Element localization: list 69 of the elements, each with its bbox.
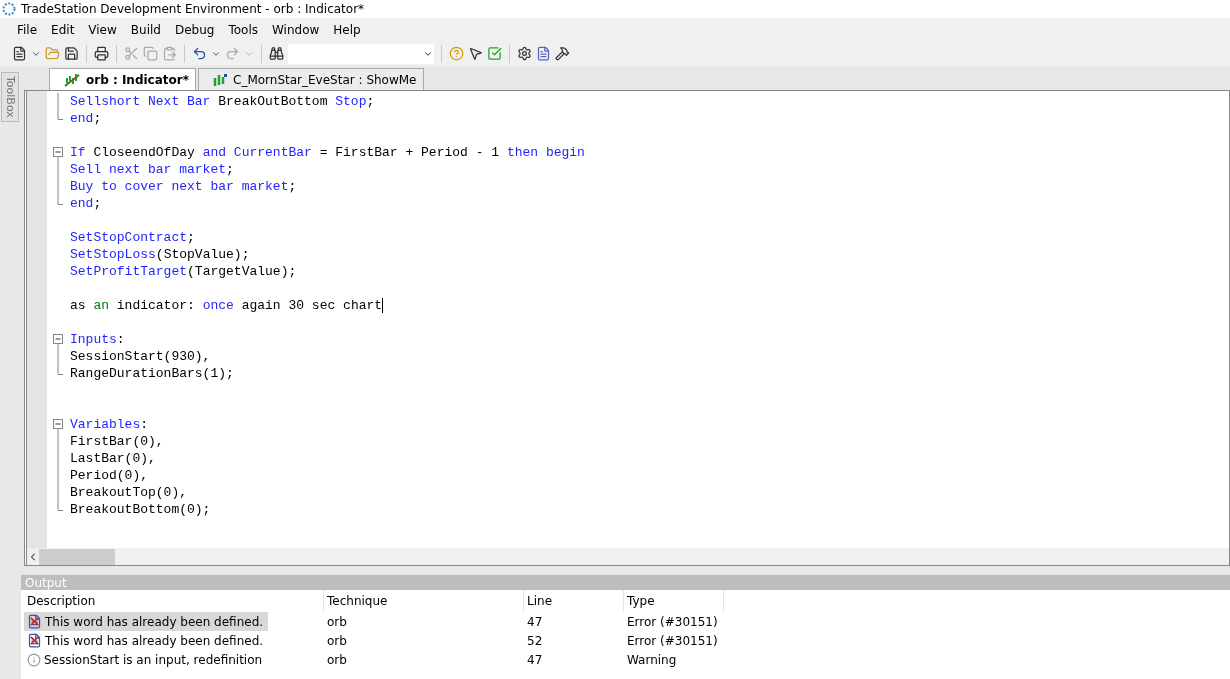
code-line: Variables:	[70, 417, 149, 432]
document-tab[interactable]: C_MornStar_EveStar : ShowMe	[198, 68, 424, 90]
menu-item[interactable]: Edit	[44, 22, 82, 37]
table-cell-text: orb	[326, 613, 348, 631]
print-icon[interactable]	[94, 46, 109, 61]
save-icon[interactable]	[64, 46, 79, 61]
menu-item[interactable]: Debug	[167, 22, 222, 37]
menu-item[interactable]: Help	[326, 22, 368, 37]
table-cell-text: Error (#30151)	[626, 613, 719, 631]
description-text: SessionStart is an input, redefinition	[44, 652, 263, 667]
info-icon	[27, 652, 41, 667]
copy-icon[interactable]	[143, 46, 158, 61]
table-cell-text: Error (#30151)	[626, 632, 719, 650]
code-line: LastBar(0),	[70, 451, 156, 466]
table-cell-text: 52	[526, 632, 544, 650]
properties-icon[interactable]	[517, 46, 532, 61]
menu-item[interactable]: Build	[123, 22, 168, 37]
error-icon	[27, 633, 42, 648]
redo-icon[interactable]	[225, 46, 240, 61]
code-line: as an indicator: once again 30 sec chart	[70, 298, 383, 313]
fold-toggle-icon[interactable]	[53, 416, 64, 433]
menu-item[interactable]: View	[81, 22, 124, 37]
code-line: If CloseendOfDay and CurrentBar = FirstBar + Period - 1 then begin	[70, 145, 585, 160]
code-line: Inputs:	[70, 332, 125, 347]
code-line: Sellshort Next Bar BreakOutBottom Stop;	[70, 94, 375, 109]
table-cell-text: 47	[526, 613, 544, 631]
code-line: SetStopContract;	[70, 230, 195, 245]
code-line: BreakoutTop(0),	[70, 485, 188, 500]
code-line: RangeDurationBars(1);	[70, 366, 234, 381]
column-header[interactable]: Type	[624, 590, 724, 612]
showme-icon	[213, 72, 227, 87]
fold-toggle-icon[interactable]	[53, 144, 64, 161]
table-cell-text: orb	[326, 632, 348, 650]
new-file-icon[interactable]	[12, 46, 27, 61]
description-cell[interactable]: This word has already been defined.	[24, 612, 269, 631]
column-header[interactable]: Technique	[324, 590, 524, 612]
app-logo-icon	[2, 2, 16, 16]
toolbox-tab[interactable]: ToolBox	[1, 72, 19, 122]
document-tab[interactable]: orb : Indicator*	[49, 68, 196, 90]
output-panel-title: Output	[21, 575, 1230, 590]
code-line: end;	[70, 196, 102, 211]
cut-icon[interactable]	[124, 46, 139, 61]
description-text: This word has already been defined.	[45, 614, 264, 629]
error-icon	[27, 614, 42, 629]
binoculars-icon[interactable]	[269, 46, 284, 61]
tools-icon[interactable]	[555, 46, 570, 61]
scrollbar-thumb[interactable]	[39, 548, 115, 565]
code-line: Buy to cover next bar market;	[70, 179, 297, 194]
code-line: SessionStart(930),	[70, 349, 211, 364]
description-text: This word has already been defined.	[45, 633, 264, 648]
code-line: SetStopLoss(StopValue);	[70, 247, 250, 262]
window-title: TradeStation Development Environment - orb : Indicator*	[21, 2, 365, 16]
menu-item[interactable]: Tools	[221, 22, 265, 37]
column-header[interactable]: Line	[524, 590, 624, 612]
menu-item[interactable]: Window	[265, 22, 327, 37]
code-line: BreakoutBottom(0);	[70, 502, 211, 517]
code-line: Sell next bar market;	[70, 162, 234, 177]
paste-icon[interactable]	[162, 46, 177, 61]
code-line: end;	[70, 111, 102, 126]
table-cell-text: Warning	[626, 651, 678, 669]
table-cell-text: 47	[526, 651, 544, 669]
code-line: SetProfitTarget(TargetValue);	[70, 264, 297, 279]
code-line: FirstBar(0),	[70, 434, 164, 449]
code-line: Period(0),	[70, 468, 148, 483]
indicator-icon	[64, 72, 80, 87]
undo-icon[interactable]	[192, 46, 207, 61]
table-cell-text: orb	[326, 651, 348, 669]
fold-toggle-icon[interactable]	[53, 331, 64, 348]
menu-item[interactable]: File	[10, 22, 45, 37]
